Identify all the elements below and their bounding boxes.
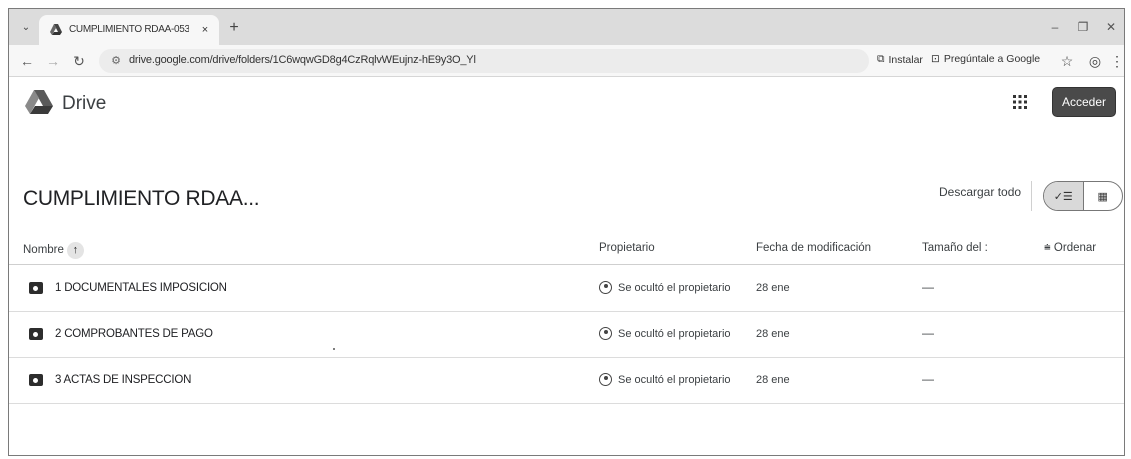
new-tab-icon[interactable]: + (226, 20, 242, 36)
hidden-owner-icon (599, 373, 612, 386)
site-settings-icon[interactable]: ⚙ (109, 54, 123, 68)
row-name[interactable]: 3 ACTAS DE INSPECCION (55, 374, 191, 386)
chevron-down-icon[interactable]: ⌄ (19, 22, 33, 34)
profile-icon[interactable]: ◎ (1085, 51, 1105, 71)
reload-icon[interactable]: ↻ (71, 52, 87, 70)
back-icon[interactable]: ← (19, 52, 35, 70)
row-date: 28 ene (756, 374, 790, 386)
row-size: — (922, 280, 934, 294)
row-size: — (922, 326, 934, 340)
hidden-owner-icon (599, 327, 612, 340)
table-row[interactable]: 3 ACTAS DE INSPECCION Se ocultó el propi… (9, 359, 1124, 404)
install-icon: ⧉ (877, 53, 885, 65)
hidden-owner-icon (599, 281, 612, 294)
install-label: Instalar (888, 53, 923, 66)
close-tab-icon[interactable]: × (197, 22, 213, 38)
sort-label: Ordenar (1053, 242, 1097, 254)
drive-app-name[interactable]: Drive (62, 93, 106, 115)
row-size: — (922, 372, 934, 386)
row-owner: Se ocultó el propietario (618, 328, 731, 340)
divider (1031, 181, 1032, 211)
google-lens-icon: ⊡ (931, 53, 940, 65)
row-owner: Se ocultó el propietario (618, 374, 731, 386)
row-date: 28 ene (756, 282, 790, 294)
shared-folder-icon (29, 282, 43, 294)
list-view-icon[interactable]: ✓☰ (1044, 182, 1084, 210)
row-owner: Se ocultó el propietario (618, 282, 731, 294)
sign-in-button[interactable]: Acceder (1053, 88, 1115, 116)
grid-view-icon[interactable]: ▦ (1084, 182, 1123, 210)
window-close-icon[interactable]: ✕ (1101, 18, 1121, 36)
more-icon[interactable]: ⋮ (1107, 51, 1124, 71)
install-button[interactable]: ⧉ Instalar (877, 53, 923, 66)
browser-window: ⌄ CUMPLIMIENTO RDAA-0533-2 × + – ❐ ✕ ← →… (8, 8, 1125, 456)
ask-google-label: Pregúntale a Google (943, 53, 1041, 65)
row-date: 28 ene (756, 328, 790, 340)
star-icon[interactable]: ☆ (1057, 51, 1077, 71)
sort-icon: ⩧ (1044, 242, 1051, 254)
address-bar[interactable]: ⚙ drive.google.com/drive/folders/1C6wqwG… (99, 49, 869, 73)
sort-button[interactable]: ⩧ Ordenar (1044, 242, 1096, 255)
drive-header: Drive Acceder (9, 78, 1124, 128)
folder-title: CUMPLIMIENTO RDAA... (23, 187, 260, 210)
restore-icon[interactable]: ❐ (1073, 18, 1093, 36)
drive-logo-icon[interactable] (25, 89, 53, 115)
table-row[interactable]: 2 COMPROBANTES DE PAGO Se ocultó el prop… (9, 313, 1124, 358)
browser-tab[interactable]: CUMPLIMIENTO RDAA-0533-2 × (39, 15, 219, 45)
minimize-icon[interactable]: – (1045, 18, 1065, 36)
column-modified[interactable]: Fecha de modificación (756, 242, 871, 254)
column-name-label: Nombre (23, 244, 64, 256)
ask-google-button[interactable]: ⊡ Pregúntale a Google (931, 53, 1040, 65)
forward-icon[interactable]: → (45, 52, 61, 70)
shared-folder-icon (29, 374, 43, 386)
download-all-button[interactable]: Descargar todo (939, 185, 1021, 199)
url-text[interactable]: drive.google.com/drive/folders/1C6wqwGD8… (129, 54, 476, 66)
sort-ascending-icon[interactable]: ↑ (66, 242, 84, 259)
tab-strip: ⌄ CUMPLIMIENTO RDAA-0533-2 × + – ❐ ✕ (9, 9, 1124, 45)
row-name[interactable]: 2 COMPROBANTES DE PAGO (55, 328, 213, 340)
column-name[interactable]: Nombre ↑ (23, 242, 84, 259)
drive-favicon-icon (50, 24, 62, 35)
browser-toolbar: ← → ↻ ⚙ drive.google.com/drive/folders/1… (9, 45, 1124, 77)
table-row[interactable]: 1 DOCUMENTALES IMPOSICION Se ocultó el p… (9, 267, 1124, 312)
scan-artifact (333, 348, 335, 350)
tab-title: CUMPLIMIENTO RDAA-0533-2 (69, 24, 189, 35)
row-name[interactable]: 1 DOCUMENTALES IMPOSICION (55, 282, 227, 294)
table-header: Nombre ↑ Propietario Fecha de modificació… (9, 233, 1124, 265)
shared-folder-icon (29, 328, 43, 340)
column-size[interactable]: Tamaño del : (922, 242, 988, 254)
view-toggle[interactable]: ✓☰ ▦ (1043, 181, 1123, 211)
column-owner: Propietario (599, 242, 655, 254)
apps-grid-icon[interactable] (1010, 92, 1030, 112)
